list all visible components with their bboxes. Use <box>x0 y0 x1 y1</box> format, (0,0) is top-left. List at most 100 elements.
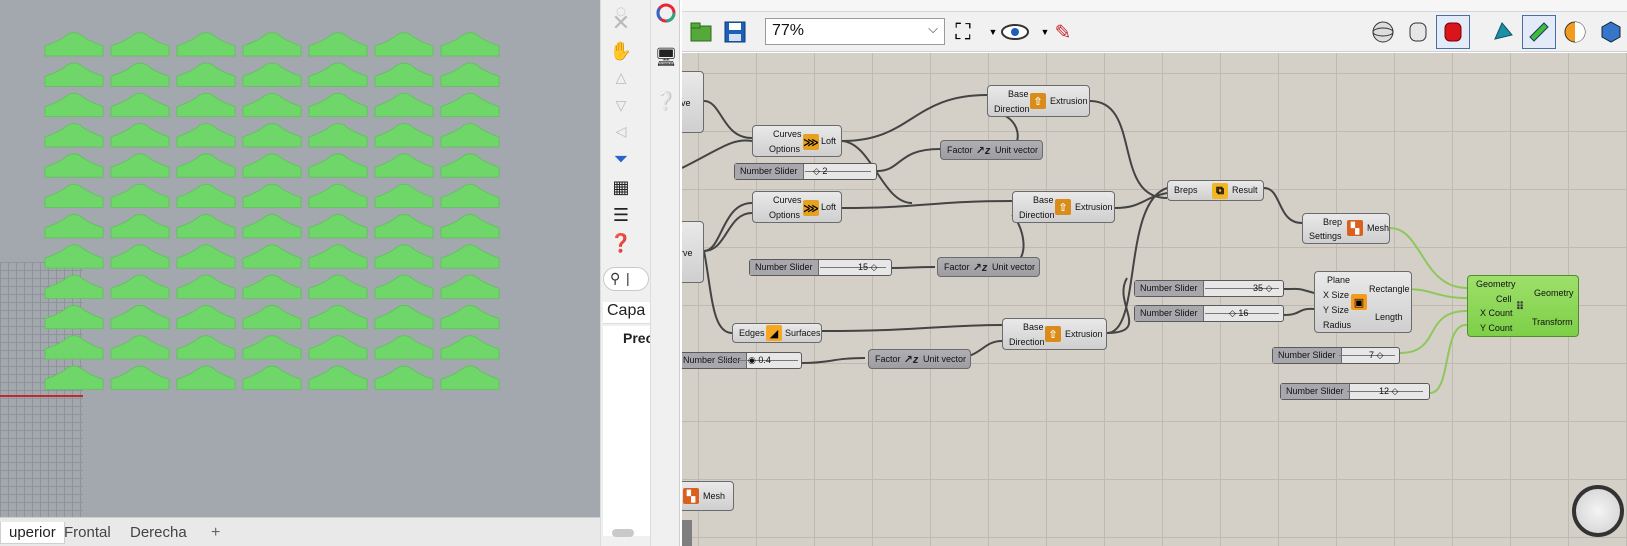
extrude-component-1[interactable]: Base Direction ⇧ Extrusion <box>987 85 1090 117</box>
grasshopper-canvas[interactable]: ve urve Curves Options ⋙ Loft Curves Opt… <box>682 53 1627 546</box>
extruded-shape[interactable] <box>176 92 236 117</box>
extruded-shape[interactable] <box>44 335 104 360</box>
extruded-shape[interactable] <box>308 274 368 299</box>
preview-eye-icon[interactable] <box>1000 17 1030 47</box>
help-panel-icon[interactable]: ❔ <box>655 90 677 112</box>
extruded-shape[interactable] <box>440 214 500 239</box>
canvas-scrollbar[interactable] <box>682 520 692 546</box>
extruded-shape[interactable] <box>44 244 104 269</box>
extruded-shape[interactable] <box>242 335 302 360</box>
extruded-shape[interactable] <box>110 244 170 269</box>
extruded-shape[interactable] <box>110 335 170 360</box>
help-icon[interactable]: ❓ <box>610 232 632 254</box>
hand-icon[interactable]: ✋ <box>610 40 632 62</box>
loft-component-1[interactable]: Curves Options ⋙ Loft <box>752 125 842 157</box>
extruded-shape[interactable] <box>242 244 302 269</box>
extruded-shape[interactable] <box>374 92 434 117</box>
number-slider-7[interactable]: Number Slider 7 ◇ <box>1272 347 1400 364</box>
arrow-up-icon[interactable]: △ <box>610 66 632 88</box>
extruded-shape[interactable] <box>176 123 236 148</box>
extruded-shape[interactable] <box>242 214 302 239</box>
extruded-shape[interactable] <box>308 365 368 390</box>
extruded-shape[interactable] <box>242 274 302 299</box>
extruded-shape[interactable] <box>440 183 500 208</box>
extruded-shape[interactable] <box>110 214 170 239</box>
layer-search-input[interactable]: ⚲ | <box>603 267 649 291</box>
extruded-shape[interactable] <box>44 274 104 299</box>
extruded-shape[interactable] <box>44 123 104 148</box>
extruded-shape[interactable] <box>308 183 368 208</box>
cube-icon[interactable] <box>1596 17 1626 47</box>
unit-vector-component-3[interactable]: Factor ↗z Unit vector <box>868 349 971 369</box>
extruded-shape[interactable] <box>308 214 368 239</box>
extrude-component-2[interactable]: Base Direction ⇧ Extrusion <box>1012 191 1115 223</box>
extruded-shape[interactable] <box>440 305 500 330</box>
arrow-left-icon[interactable]: ◁ <box>610 120 632 142</box>
extruded-shape[interactable] <box>440 62 500 87</box>
layers-column-header[interactable]: Prec <box>623 330 650 346</box>
extruded-shape[interactable] <box>308 244 368 269</box>
layers-panel-title[interactable]: Capa <box>603 302 650 324</box>
mesh-param-bottom[interactable]: ▚ Mesh <box>682 481 734 511</box>
extruded-shape[interactable] <box>374 365 434 390</box>
extruded-shape[interactable] <box>44 183 104 208</box>
menu-icon[interactable]: ☰ <box>610 204 632 226</box>
tab-derecha[interactable]: Derecha <box>122 522 195 544</box>
rectangular-array-component[interactable]: Geometry Cell X Count Y Count ⠿ Geometry… <box>1467 275 1579 337</box>
extruded-shape[interactable] <box>374 274 434 299</box>
extruded-shape[interactable] <box>440 365 500 390</box>
extruded-shape[interactable] <box>44 365 104 390</box>
extruded-shape[interactable] <box>440 32 500 57</box>
edge-surface-component[interactable]: Edges ◢ Surfaces <box>732 323 822 343</box>
extruded-shape[interactable] <box>44 305 104 330</box>
mesh-brep-component[interactable]: Brep Settings ▚ Mesh <box>1302 213 1390 244</box>
selected-geometry-icon[interactable] <box>1522 15 1556 49</box>
number-slider-35[interactable]: Number Slider 35 ◇ <box>1134 280 1284 297</box>
extruded-shape[interactable] <box>110 92 170 117</box>
sketch-pen-icon[interactable]: ✎ <box>1048 17 1078 47</box>
number-slider-16[interactable]: Number Slider ◇ 16 <box>1134 305 1284 322</box>
arrow-down-icon[interactable]: ▽ <box>610 94 632 116</box>
extruded-shape[interactable] <box>242 183 302 208</box>
extruded-shape[interactable] <box>440 153 500 178</box>
extruded-shape[interactable] <box>110 183 170 208</box>
add-tab-icon[interactable]: + <box>203 522 228 544</box>
tab-superior[interactable]: uperior <box>0 522 65 544</box>
material-sphere-icon[interactable] <box>1560 17 1590 47</box>
extruded-shape[interactable] <box>176 32 236 57</box>
extruded-shape[interactable] <box>176 214 236 239</box>
extruded-shape[interactable] <box>44 62 104 87</box>
extruded-shape[interactable] <box>110 365 170 390</box>
extruded-shape[interactable] <box>308 92 368 117</box>
extruded-shape[interactable] <box>176 62 236 87</box>
extruded-shape[interactable] <box>440 92 500 117</box>
extruded-shape[interactable] <box>110 62 170 87</box>
unit-vector-component-2[interactable]: Factor ↗z Unit vector <box>937 257 1040 277</box>
extruded-shape[interactable] <box>110 32 170 57</box>
rhino-viewport-top[interactable] <box>0 0 600 517</box>
extruded-shape[interactable] <box>242 92 302 117</box>
extruded-shape[interactable] <box>44 153 104 178</box>
curve-param-mid[interactable]: urve <box>682 221 704 283</box>
extruded-shape[interactable] <box>176 153 236 178</box>
solid-union-component[interactable]: Breps ⧉ Result <box>1167 180 1264 201</box>
extruded-shape[interactable] <box>440 244 500 269</box>
loft-component-2[interactable]: Curves Options ⋙ Loft <box>752 191 842 223</box>
extruded-shape[interactable] <box>44 214 104 239</box>
extruded-shape[interactable] <box>110 123 170 148</box>
extruded-shape[interactable] <box>374 123 434 148</box>
extruded-shape[interactable] <box>176 244 236 269</box>
extruded-shape[interactable] <box>176 365 236 390</box>
unit-vector-component-1[interactable]: Factor ↗z Unit vector <box>940 140 1043 160</box>
document-preview-icon[interactable] <box>1488 17 1518 47</box>
close-icon[interactable]: ✕ <box>610 10 632 35</box>
panel-scroll-handle[interactable] <box>612 529 634 537</box>
extruded-shape[interactable] <box>110 274 170 299</box>
display-monitor-icon[interactable]: 🖥 <box>655 46 678 68</box>
extruded-shape[interactable] <box>176 274 236 299</box>
zoom-extents-icon[interactable]: ⛶ <box>948 17 978 47</box>
extruded-shape[interactable] <box>242 32 302 57</box>
extruded-shape[interactable] <box>308 62 368 87</box>
number-slider-2[interactable]: Number Slider ◇ 2 <box>734 163 877 180</box>
extruded-shape[interactable] <box>176 183 236 208</box>
